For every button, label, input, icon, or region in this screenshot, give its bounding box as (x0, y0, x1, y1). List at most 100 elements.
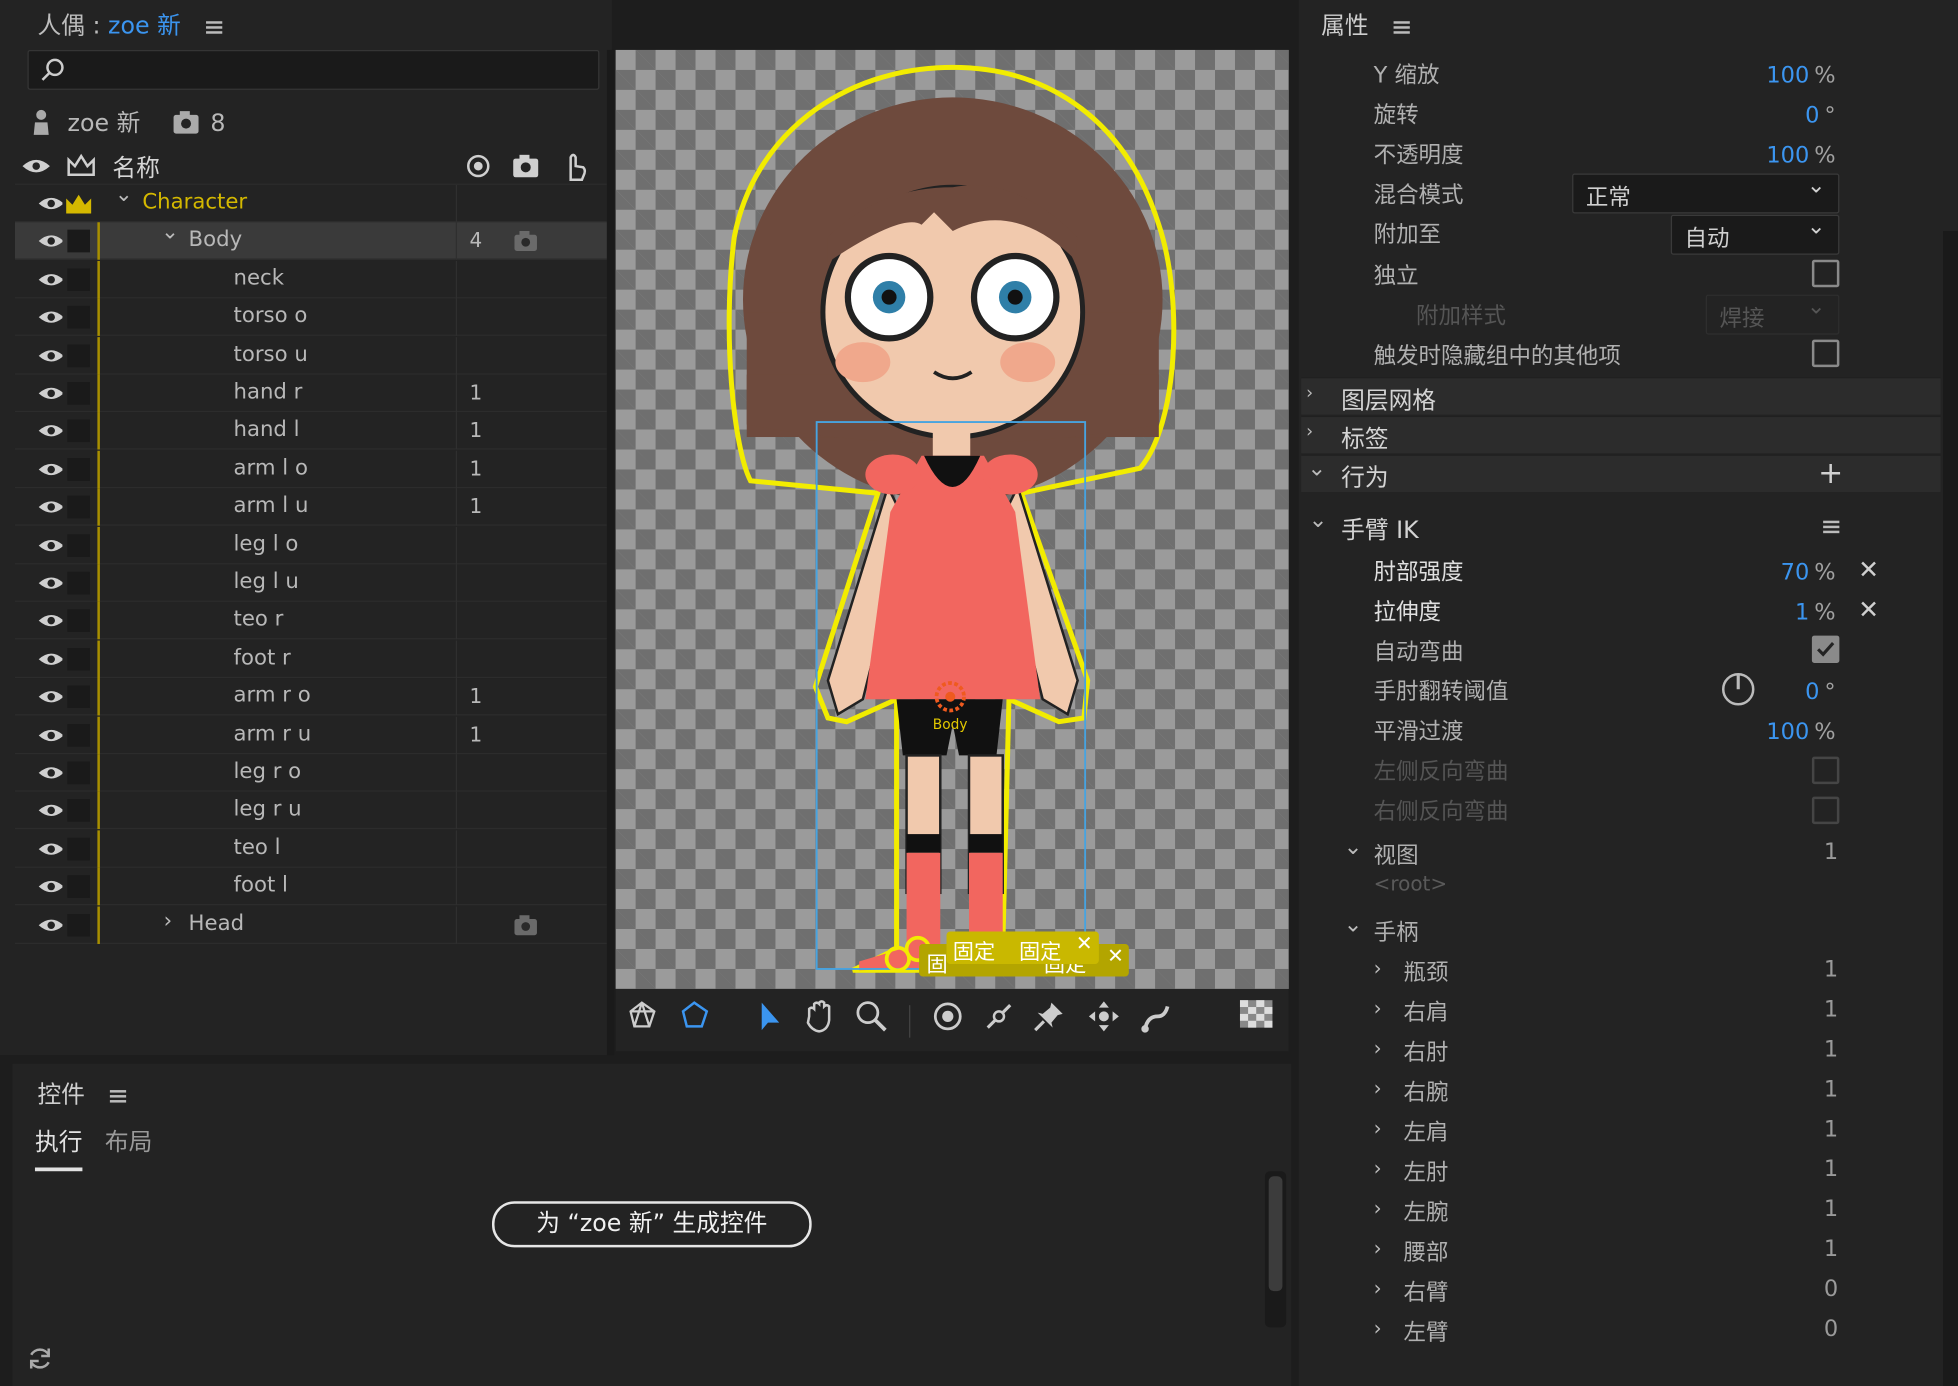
handles-row[interactable]: ⌄ 手柄 (1344, 912, 1849, 949)
eye-icon[interactable] (37, 802, 63, 817)
layer-row[interactable]: leg l u (14, 564, 607, 602)
eye-icon[interactable] (37, 688, 63, 703)
property-value-wrap[interactable]: 0 ° (1805, 102, 1836, 128)
layer-row[interactable]: leg r u (14, 792, 607, 830)
handle-row[interactable]: › 右肘 1 (1374, 1031, 1849, 1068)
layer-row[interactable]: hand r 1 (14, 374, 607, 413)
camera-icon[interactable] (513, 230, 538, 252)
transparency-grid-icon[interactable] (1235, 999, 1277, 1041)
dragger-tool-icon[interactable] (1136, 999, 1178, 1041)
eye-icon[interactable] (37, 574, 63, 589)
section-behaviors[interactable]: ⌄ 行为 + (1301, 454, 1941, 492)
layer-solo-toggle[interactable] (67, 799, 90, 823)
layer-row[interactable]: ⌄ Body 4 (14, 220, 607, 261)
view-row[interactable]: ⌄ 视图 1 (1344, 834, 1849, 871)
rotation-dial-icon[interactable] (1719, 671, 1756, 708)
stick-tool-icon[interactable] (978, 999, 1020, 1041)
eye-icon[interactable] (37, 423, 63, 438)
character-puppet[interactable] (616, 50, 1289, 989)
panel-menu-icon[interactable] (109, 1089, 127, 1102)
eye-icon[interactable] (37, 536, 63, 551)
layer-row[interactable]: arm l u 1 (14, 488, 607, 526)
eye-icon[interactable] (37, 612, 63, 627)
section-tags[interactable]: › 标签 (1301, 415, 1941, 454)
crown-icon[interactable] (64, 191, 94, 216)
pin-tool-icon[interactable] (1028, 999, 1070, 1041)
chevron-right-icon[interactable]: › (1374, 996, 1382, 1020)
elbow-strength-value-wrap[interactable]: 70% (1781, 559, 1836, 585)
auto-bend-checkbox[interactable] (1811, 635, 1840, 664)
select-arrow-icon[interactable] (747, 999, 789, 1041)
layer-row[interactable]: torso o (14, 298, 607, 337)
eye-icon[interactable] (37, 347, 63, 362)
chevron-right-icon[interactable]: › (1374, 956, 1382, 980)
layer-solo-toggle[interactable] (67, 495, 90, 519)
layer-solo-toggle[interactable] (67, 420, 90, 443)
handle-row[interactable]: › 右肩 1 (1374, 991, 1849, 1028)
search-input[interactable] (27, 49, 600, 90)
eye-icon[interactable] (37, 650, 63, 665)
camera-icon[interactable] (513, 914, 538, 936)
handle-row[interactable]: › 瓶颈 1 (1374, 951, 1849, 988)
eye-icon[interactable] (37, 764, 63, 779)
chevron-right-icon[interactable]: › (1374, 1196, 1382, 1220)
layer-row[interactable]: hand l 1 (14, 412, 607, 451)
tab-exec[interactable]: 执行 (34, 1124, 83, 1172)
chevron-right-icon[interactable]: › (1374, 1116, 1382, 1140)
eye-icon[interactable] (37, 460, 63, 475)
handle-row[interactable]: › 左肩 1 (1374, 1111, 1849, 1148)
handle-row[interactable]: › 右臂 0 (1374, 1271, 1849, 1308)
layer-solo-toggle[interactable] (67, 382, 90, 405)
property-value[interactable]: 0 (1805, 102, 1819, 128)
origin-tool-icon[interactable] (927, 999, 969, 1041)
panel-menu-icon[interactable] (205, 20, 223, 34)
layer-solo-toggle[interactable] (67, 268, 90, 291)
stretch-value-wrap[interactable]: 1% (1795, 599, 1836, 625)
eye-icon[interactable] (21, 156, 51, 176)
layer-solo-toggle[interactable] (67, 306, 90, 329)
layer-solo-toggle[interactable] (67, 837, 90, 861)
chevron-right-icon[interactable]: › (1374, 1316, 1382, 1340)
layer-solo-toggle[interactable] (67, 533, 90, 557)
layer-solo-toggle[interactable] (67, 571, 90, 595)
chevron-down-icon[interactable]: ⌄ (161, 220, 179, 245)
layer-solo-toggle[interactable] (67, 723, 90, 747)
layer-solo-toggle[interactable] (67, 685, 90, 709)
zoom-icon[interactable] (850, 999, 892, 1041)
section-layer-mesh[interactable]: › 图层网格 (1301, 377, 1941, 415)
property-value-wrap[interactable]: 100% (1766, 142, 1835, 168)
flip-threshold-value-wrap[interactable]: 0 ° (1805, 679, 1836, 705)
behavior-menu-icon[interactable] (1823, 520, 1840, 534)
layer-row[interactable]: torso u (14, 336, 607, 375)
layer-solo-toggle[interactable] (67, 913, 90, 936)
layer-solo-toggle[interactable] (67, 647, 90, 671)
touch-hand-icon[interactable] (561, 150, 588, 182)
chevron-down-icon[interactable]: ⌄ (115, 182, 133, 207)
generate-controls-button[interactable]: 为 “zoe 新” 生成控件 (491, 1201, 812, 1248)
mesh-tool-icon[interactable] (621, 999, 663, 1041)
handle-row[interactable]: › 左腕 1 (1374, 1191, 1849, 1228)
clear-stretch-icon[interactable]: ✕ (1858, 594, 1879, 624)
panel-menu-icon[interactable] (1393, 20, 1410, 34)
chevron-right-icon[interactable]: › (1374, 1156, 1382, 1180)
handle-row[interactable]: › 左肘 1 (1374, 1151, 1849, 1188)
property-value[interactable]: 100 (1766, 142, 1809, 168)
eye-icon[interactable] (37, 195, 63, 210)
layer-row[interactable]: › Head (14, 906, 607, 944)
handle-row[interactable]: › 左臂 0 (1374, 1311, 1849, 1348)
properties-scrollbar[interactable] (1943, 231, 1958, 1386)
layer-row[interactable]: neck (14, 260, 607, 299)
shape-tool-icon[interactable] (673, 999, 715, 1041)
scrollbar-thumb[interactable] (1268, 1176, 1283, 1292)
clear-elbow-strength-icon[interactable]: ✕ (1858, 554, 1879, 584)
layer-solo-toggle[interactable] (67, 875, 90, 899)
eye-icon[interactable] (37, 916, 63, 931)
tab-layout[interactable]: 布局 (105, 1124, 152, 1158)
layer-solo-toggle[interactable] (67, 344, 90, 367)
eye-icon[interactable] (37, 233, 63, 248)
handle-row[interactable]: › 右腕 1 (1374, 1071, 1849, 1108)
handle-row[interactable]: › 腰部 1 (1374, 1231, 1849, 1268)
eye-icon[interactable] (37, 726, 63, 741)
close-icon[interactable]: ✕ (1107, 944, 1124, 968)
property-value-wrap[interactable]: 100% (1766, 62, 1835, 88)
